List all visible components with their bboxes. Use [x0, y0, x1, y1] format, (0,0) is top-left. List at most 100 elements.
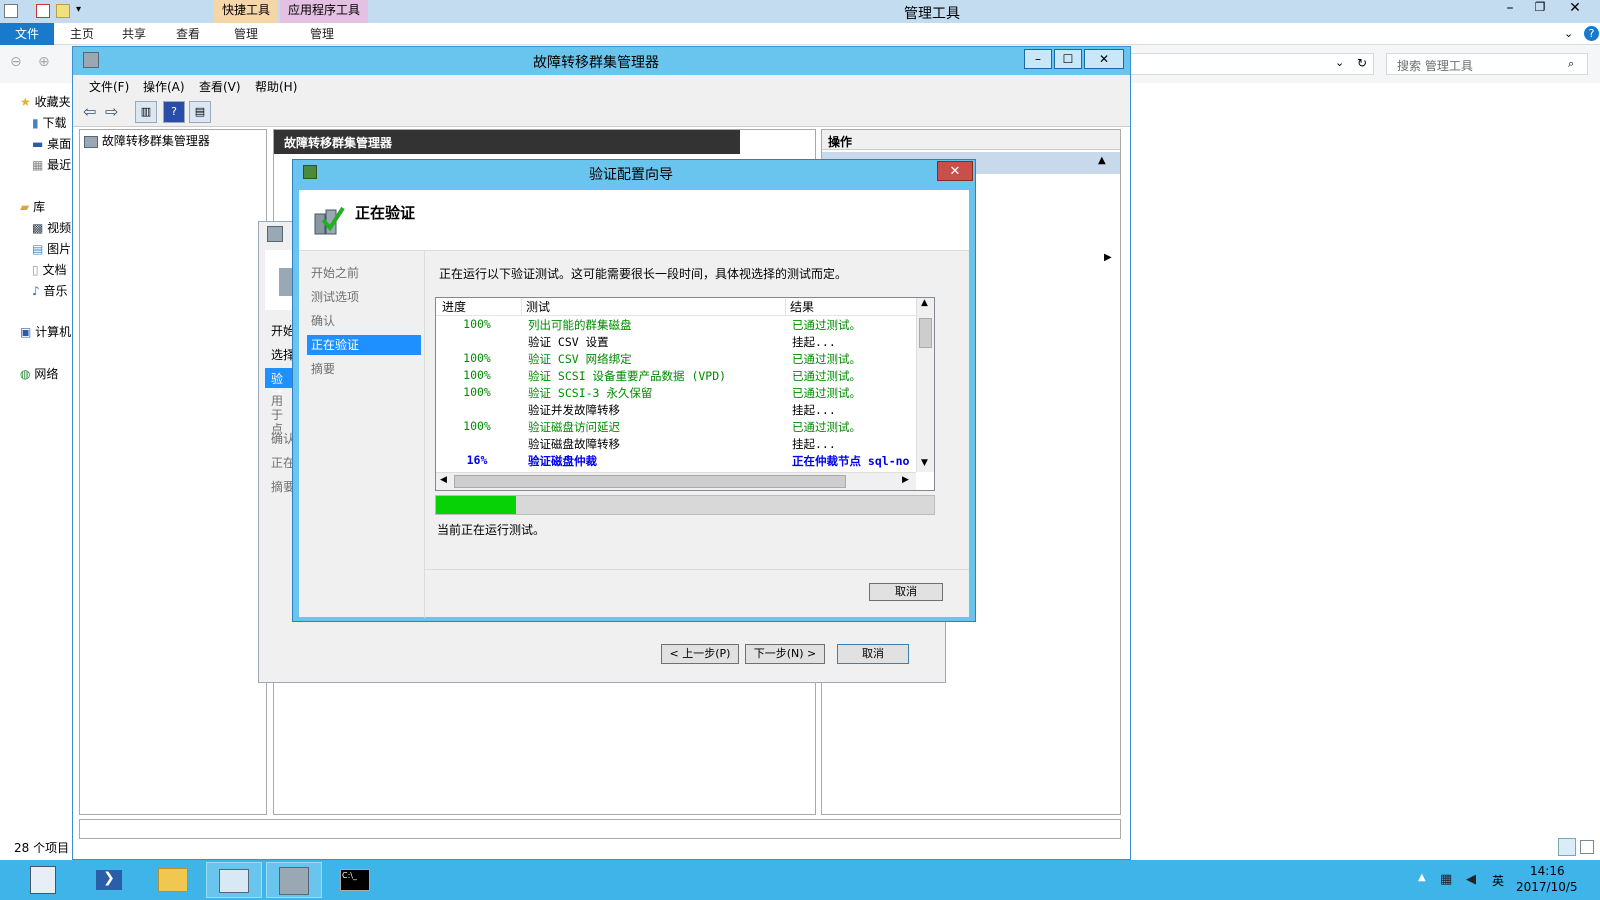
- table-row[interactable]: 验证 CSV 设置 挂起...: [436, 333, 916, 350]
- computer-icon: ▣: [20, 325, 32, 339]
- collapse-section-icon[interactable]: ▲: [1098, 155, 1106, 166]
- column-header-progress[interactable]: 进度: [438, 299, 522, 315]
- ribbon-tab-file[interactable]: 文件: [0, 23, 54, 45]
- address-bar[interactable]: ⌄ ↻: [1130, 53, 1374, 75]
- refresh-icon[interactable]: ↻: [1357, 56, 1367, 70]
- large-icons-view-icon[interactable]: [1580, 840, 1594, 854]
- previous-button[interactable]: < 上一步(P): [661, 644, 739, 664]
- tray-clock-time[interactable]: 14:16: [1530, 864, 1565, 878]
- table-row[interactable]: 100% 验证 CSV 网络绑定 已通过测试。: [436, 350, 916, 367]
- table-row[interactable]: 100% 验证磁盘访问延迟 已通过测试。: [436, 418, 916, 435]
- cluster-manager-taskbar-button[interactable]: [266, 862, 322, 898]
- ribbon-tab-share[interactable]: 共享: [122, 23, 146, 45]
- table-row[interactable]: 16% 验证磁盘仲裁 正在仲裁节点 sql-no: [436, 452, 916, 469]
- taskbar: ❯ C:\_ ▲ ▦ ◀ 英 14:16 2017/10/5: [0, 860, 1600, 900]
- network-tray-icon[interactable]: ▦: [1440, 872, 1452, 887]
- ribbon-tab-view[interactable]: 查看: [176, 23, 200, 45]
- details-view-icon[interactable]: [1558, 838, 1576, 856]
- vertical-scroll-thumb[interactable]: [919, 318, 932, 348]
- tray-expand-icon[interactable]: ▲: [1418, 872, 1426, 883]
- search-input[interactable]: 搜索 管理工具: [1386, 53, 1588, 75]
- validation-test-list[interactable]: 进度 测试 结果 100% 列出可能的群集磁盘 已通过测试。 验证 CSV 设置 挂起.…: [435, 297, 935, 491]
- explorer-close-button[interactable]: ✕: [1558, 0, 1592, 20]
- scroll-left-icon[interactable]: ◀: [440, 475, 447, 485]
- row-result: 挂起...: [792, 437, 836, 451]
- horizontal-scroll-thumb[interactable]: [454, 475, 846, 488]
- tree-node-root[interactable]: 故障转移群集管理器: [84, 132, 210, 149]
- row-test-name: 验证 SCSI 设备重要产品数据 (VPD): [528, 369, 727, 383]
- nav-item-videos[interactable]: ▩ 视频: [32, 219, 71, 236]
- table-row[interactable]: 验证磁盘故障转移 挂起...: [436, 435, 916, 452]
- wizard-cancel-button[interactable]: 取消: [869, 583, 943, 601]
- fcm-maximize-button[interactable]: ☐: [1054, 49, 1082, 69]
- column-header-test[interactable]: 测试: [522, 299, 786, 315]
- nav-item-network[interactable]: ◍ 网络: [20, 365, 58, 382]
- nav-item-libraries[interactable]: ▰ 库: [20, 198, 45, 215]
- cmd-taskbar-button[interactable]: C:\_: [326, 862, 382, 898]
- table-row[interactable]: 100% 列出可能的群集磁盘 已通过测试。: [436, 316, 916, 333]
- forward-icon[interactable]: ⇨: [105, 102, 118, 121]
- menu-help[interactable]: 帮助(H): [255, 78, 297, 95]
- context-tab-shortcut-tools[interactable]: 快捷工具: [214, 0, 279, 23]
- fcm-minimize-button[interactable]: –: [1024, 49, 1052, 69]
- volume-muted-icon[interactable]: ◀: [1466, 872, 1476, 887]
- ribbon-tab-home[interactable]: 主页: [70, 23, 94, 45]
- bw-step-2: 验证: [265, 368, 295, 403]
- back-icon[interactable]: ⇦: [83, 102, 96, 121]
- horizontal-scrollbar[interactable]: ◀ ▶: [436, 472, 916, 490]
- wizard-close-button[interactable]: ✕: [937, 161, 973, 181]
- forward-arrow-icon[interactable]: ⊕: [38, 54, 50, 70]
- menu-file[interactable]: 文件(F): [89, 78, 129, 95]
- submenu-arrow-icon[interactable]: ▶: [1104, 252, 1112, 263]
- control-panel-taskbar-button[interactable]: [206, 862, 262, 898]
- back-arrow-icon[interactable]: ⊖: [10, 54, 22, 70]
- search-icon[interactable]: ⌕: [1568, 57, 1574, 71]
- nav-item-pictures[interactable]: ▤ 图片: [32, 240, 71, 257]
- explorer-minimize-button[interactable]: –: [1496, 0, 1524, 20]
- quick-access-icon[interactable]: [4, 4, 18, 18]
- fcm-title-bar: 故障转移群集管理器 – ☐ ✕: [73, 47, 1130, 75]
- ribbon-tab-manage-app[interactable]: 管理: [310, 23, 334, 45]
- context-tab-app-tools[interactable]: 应用程序工具: [280, 0, 369, 23]
- scroll-up-icon[interactable]: ▲: [921, 298, 928, 308]
- list-header: 进度 测试 结果: [436, 298, 916, 316]
- ribbon-expand-icon[interactable]: ⌄: [1564, 27, 1573, 40]
- nav-item-documents[interactable]: ▯ 文档: [32, 261, 66, 278]
- help-topics-icon[interactable]: ?: [163, 101, 185, 123]
- row-test-name: 验证磁盘仲裁: [528, 454, 597, 468]
- powershell-taskbar-button[interactable]: ❯: [82, 862, 138, 898]
- help-icon[interactable]: ?: [1584, 26, 1599, 41]
- nav-item-downloads[interactable]: ▮ 下载: [32, 114, 66, 131]
- ribbon-tab-manage-shortcut[interactable]: 管理: [234, 23, 258, 45]
- nav-item-favorites[interactable]: ★ 收藏夹: [20, 93, 71, 110]
- quick-access-dropdown-icon[interactable]: ▾: [76, 4, 81, 15]
- nav-item-music[interactable]: ♪ 音乐: [32, 282, 68, 299]
- background-cancel-button[interactable]: 取消: [837, 644, 909, 664]
- scroll-down-icon[interactable]: ▼: [921, 458, 928, 468]
- file-explorer-taskbar-button[interactable]: [146, 862, 202, 898]
- explorer-restore-button[interactable]: ❐: [1526, 0, 1554, 20]
- column-header-result[interactable]: 结果: [786, 299, 916, 315]
- properties-icon[interactable]: [36, 4, 50, 18]
- server-manager-taskbar-button[interactable]: [18, 862, 74, 898]
- ime-indicator[interactable]: 英: [1492, 872, 1504, 889]
- table-row[interactable]: 验证并发故障转移 挂起...: [436, 401, 916, 418]
- address-dropdown-icon[interactable]: ⌄: [1335, 56, 1344, 69]
- nav-item-computer[interactable]: ▣ 计算机: [20, 323, 71, 340]
- show-hide-console-tree-icon[interactable]: ▥: [135, 101, 157, 123]
- validation-progress-fill: [436, 496, 516, 514]
- new-folder-icon[interactable]: [56, 4, 70, 18]
- wizard-footer-divider: [425, 569, 969, 570]
- menu-action[interactable]: 操作(A): [143, 78, 185, 95]
- menu-view[interactable]: 查看(V): [199, 78, 241, 95]
- table-row[interactable]: 100% 验证 SCSI-3 永久保留 已通过测试。: [436, 384, 916, 401]
- next-button[interactable]: 下一步(N) >: [745, 644, 825, 664]
- tray-clock-date[interactable]: 2017/10/5: [1516, 880, 1578, 894]
- show-hide-action-pane-icon[interactable]: ▤: [189, 101, 211, 123]
- table-row[interactable]: 100% 验证 SCSI 设备重要产品数据 (VPD) 已通过测试。: [436, 367, 916, 384]
- nav-item-desktop[interactable]: ▬ 桌面: [32, 135, 71, 152]
- nav-item-recent[interactable]: ▦ 最近: [32, 156, 71, 173]
- scroll-right-icon[interactable]: ▶: [902, 475, 909, 485]
- fcm-close-button[interactable]: ✕: [1084, 49, 1124, 69]
- vertical-scrollbar[interactable]: ▲ ▼: [916, 298, 934, 472]
